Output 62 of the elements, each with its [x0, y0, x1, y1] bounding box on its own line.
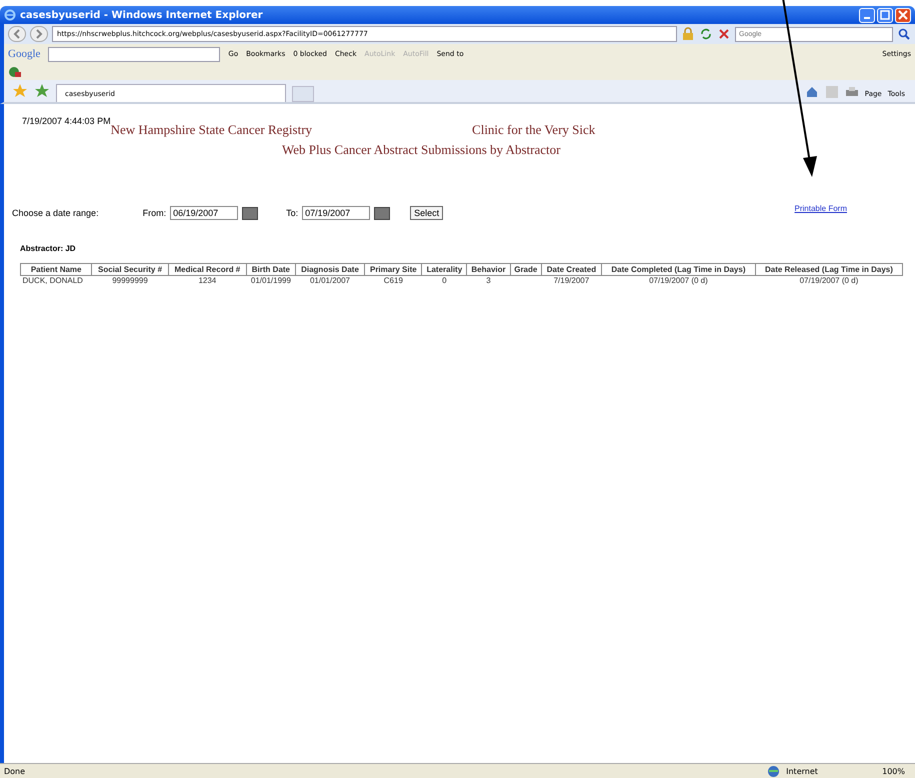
table-cell: C619 — [364, 276, 422, 285]
browser-logo-icon — [4, 9, 16, 21]
from-label: From: — [142, 208, 166, 218]
report-title: Web Plus Cancer Abstract Submissions by Abstractor — [282, 142, 562, 158]
column-header: Date Completed (Lag Time in Days) — [601, 264, 756, 276]
column-header: Behavior — [466, 264, 510, 276]
printable-form-link[interactable]: Printable Form — [794, 204, 847, 212]
abstractor-label: Abstractor: JD — [20, 244, 77, 253]
table-cell: 7/19/2007 — [541, 276, 602, 285]
column-header: Date Released (Lag Time in Days) — [755, 264, 902, 276]
padlock-icon — [681, 27, 695, 41]
favorites-star-icon[interactable] — [12, 83, 28, 99]
table-cell: 0 — [422, 276, 467, 285]
table-cell: 3 — [466, 276, 510, 285]
column-header: Birth Date — [246, 264, 296, 276]
column-header: Grade — [510, 264, 542, 276]
column-header: Medical Record # — [168, 264, 247, 276]
to-date-field[interactable]: 07/19/2007 — [302, 206, 370, 220]
search-icon[interactable] — [897, 27, 911, 41]
stop-icon[interactable] — [717, 27, 731, 41]
table-cell: 01/01/1999 — [246, 276, 296, 285]
registry-title: New Hampshire State Cancer Registry — [110, 122, 312, 138]
column-header: Social Security # — [92, 264, 168, 276]
close-button[interactable] — [895, 8, 911, 22]
column-header: Diagnosis Date — [295, 264, 365, 276]
select-button[interactable]: Select — [410, 206, 444, 220]
toolbar-extension-icon[interactable] — [8, 66, 22, 78]
toolbar-logo: Google — [8, 48, 40, 60]
refresh-icon[interactable] — [699, 27, 713, 41]
calendar-button[interactable] — [374, 206, 390, 220]
window-title: casesbyuserid - Windows Internet Explorer — [20, 10, 264, 20]
column-header: Date Created — [541, 264, 602, 276]
table-cell: 07/19/2007 (0 d) — [755, 276, 902, 285]
date-range-label: Choose a date range: — [12, 208, 99, 218]
calendar-button[interactable] — [242, 206, 258, 220]
minimize-icon — [864, 17, 870, 19]
table-cell: 1234 — [168, 276, 247, 285]
table-cell: 07/19/2007 (0 d) — [601, 276, 756, 285]
printer-icon[interactable] — [844, 85, 859, 99]
security-zone: Internet — [786, 766, 819, 776]
table-cell: 99999999 — [92, 276, 168, 285]
column-header: Primary Site — [364, 264, 422, 276]
forward-button[interactable] — [30, 26, 48, 42]
maximize-icon — [880, 10, 890, 20]
close-icon — [898, 10, 908, 20]
from-date-field[interactable]: 06/19/2007 — [170, 206, 238, 220]
add-favorite-icon[interactable] — [34, 83, 50, 99]
status-text: Done — [4, 766, 26, 776]
back-button[interactable] — [8, 26, 26, 42]
table-cell: DUCK, DONALD — [20, 276, 92, 285]
clinic-name: Clinic for the Very Sick — [472, 122, 596, 138]
column-header: Laterality — [422, 264, 467, 276]
timestamp: 7/19/2007 4:44:03 PM — [22, 116, 111, 126]
to-label: To: — [286, 208, 298, 218]
home-icon[interactable] — [804, 85, 819, 99]
zoom-button[interactable]: 100% — [882, 766, 905, 776]
column-header: Patient Name — [20, 264, 92, 276]
maximize-button[interactable] — [877, 8, 893, 22]
toolbar-search-field[interactable] — [48, 46, 220, 62]
table-cell: 01/01/2007 — [295, 276, 365, 285]
globe-icon — [767, 764, 780, 778]
minimize-button[interactable] — [859, 8, 875, 22]
